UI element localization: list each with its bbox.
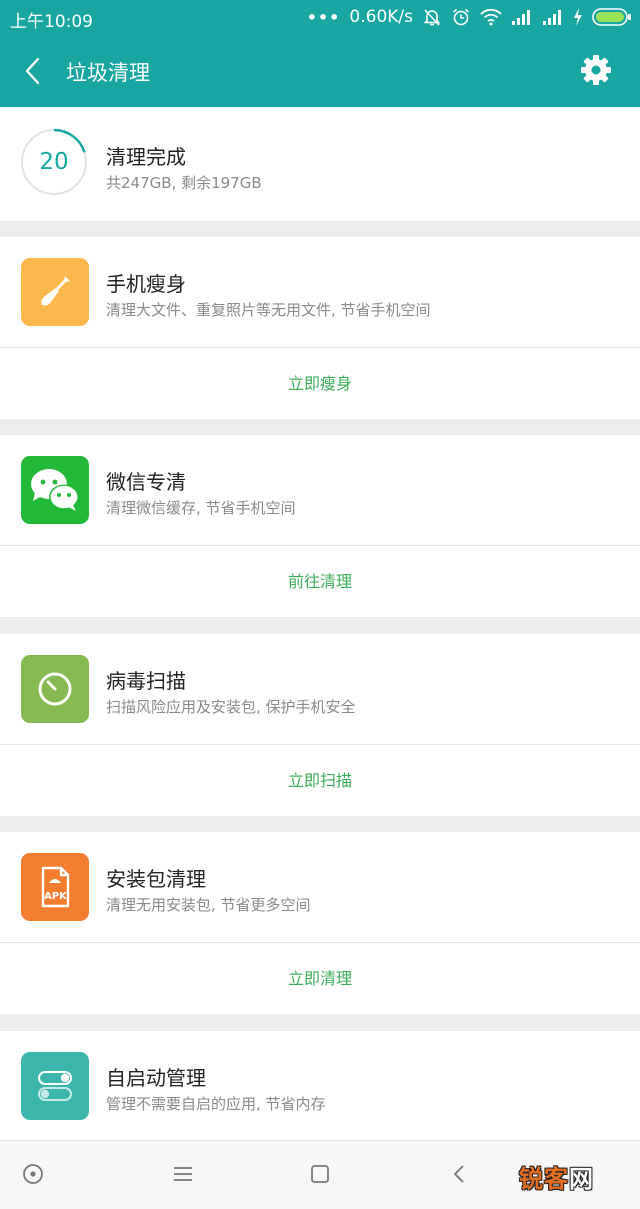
back-icon[interactable] bbox=[447, 1161, 473, 1187]
signal-icon-2 bbox=[543, 10, 561, 25]
page-title: 垃圾清理 bbox=[66, 61, 150, 85]
watermark-text-a: 锐客 bbox=[519, 1165, 569, 1193]
menu-lines-icon[interactable] bbox=[170, 1161, 196, 1187]
back-arrow-icon[interactable] bbox=[18, 54, 48, 88]
watermark-logo: 锐客网 bbox=[519, 1159, 594, 1194]
wifi-icon bbox=[480, 8, 502, 26]
alarm-icon bbox=[452, 8, 470, 26]
recent-apps-icon[interactable] bbox=[307, 1161, 333, 1187]
network-speed: 0.60K/s bbox=[349, 7, 413, 27]
slim-now-button[interactable]: 立即瘦身 bbox=[0, 348, 640, 419]
charging-icon bbox=[574, 8, 582, 26]
status-bar: 上午10:09 ••• 0.60K/s bbox=[0, 0, 640, 36]
card-title: 安装包清理 bbox=[106, 867, 206, 891]
scan-now-button[interactable]: 立即扫描 bbox=[0, 745, 640, 816]
card-subtitle: 扫描风险应用及安装包, 保护手机安全 bbox=[106, 698, 356, 716]
summary-card: 清理完成 共247GB, 剩余197GB bbox=[0, 107, 640, 221]
card-title: 微信专清 bbox=[106, 470, 186, 494]
bell-muted-icon bbox=[423, 9, 441, 26]
watermark-text-b: 网 bbox=[569, 1165, 594, 1193]
status-icons: ••• 0.60K/s bbox=[307, 6, 632, 28]
card-subtitle: 清理无用安装包, 节省更多空间 bbox=[106, 896, 311, 914]
apk-clean-card: APK 安装包清理 清理无用安装包, 节省更多空间 立即清理 bbox=[0, 832, 640, 1014]
autostart-card[interactable]: 自启动管理 管理不需要自启的应用, 节省内存 bbox=[0, 1031, 640, 1140]
wechat-icon bbox=[21, 456, 89, 524]
progress-value: 20 bbox=[39, 149, 69, 175]
card-subtitle: 清理大文件、重复照片等无用文件, 节省手机空间 bbox=[106, 301, 431, 319]
go-clean-button[interactable]: 前往清理 bbox=[0, 546, 640, 617]
phone-slim-card: 手机瘦身 清理大文件、重复照片等无用文件, 节省手机空间 立即瘦身 bbox=[0, 237, 640, 419]
more-dots: ••• bbox=[306, 7, 341, 27]
status-time: 上午10:09 bbox=[10, 12, 93, 32]
shovel-icon bbox=[21, 258, 89, 326]
progress-ring: 20 bbox=[20, 128, 88, 196]
home-circle-icon[interactable] bbox=[20, 1161, 46, 1187]
storage-summary: 共247GB, 剩余197GB bbox=[106, 174, 262, 192]
battery-icon bbox=[592, 8, 631, 26]
signal-icon-1 bbox=[512, 10, 530, 25]
card-title: 手机瘦身 bbox=[106, 272, 186, 296]
clean-now-button[interactable]: 立即清理 bbox=[0, 943, 640, 1014]
virus-scan-card: 病毒扫描 扫描风险应用及安装包, 保护手机安全 立即扫描 bbox=[0, 634, 640, 816]
apk-icon: APK bbox=[21, 853, 89, 921]
top-bar: 上午10:09 ••• 0.60K/s 垃圾清理 bbox=[0, 0, 640, 107]
toggle-icon bbox=[21, 1052, 89, 1120]
card-title: 自启动管理 bbox=[106, 1066, 206, 1090]
summary-title: 清理完成 bbox=[106, 145, 186, 169]
apk-label: APK bbox=[44, 891, 68, 902]
card-subtitle: 管理不需要自启的应用, 节省内存 bbox=[106, 1095, 326, 1113]
settings-gear-icon[interactable] bbox=[580, 54, 612, 86]
wechat-clean-card: 微信专清 清理微信缓存, 节省手机空间 前往清理 bbox=[0, 435, 640, 617]
timer-icon bbox=[21, 655, 89, 723]
card-subtitle: 清理微信缓存, 节省手机空间 bbox=[106, 499, 296, 517]
app-header: 垃圾清理 bbox=[0, 36, 640, 107]
card-title: 病毒扫描 bbox=[106, 669, 186, 693]
